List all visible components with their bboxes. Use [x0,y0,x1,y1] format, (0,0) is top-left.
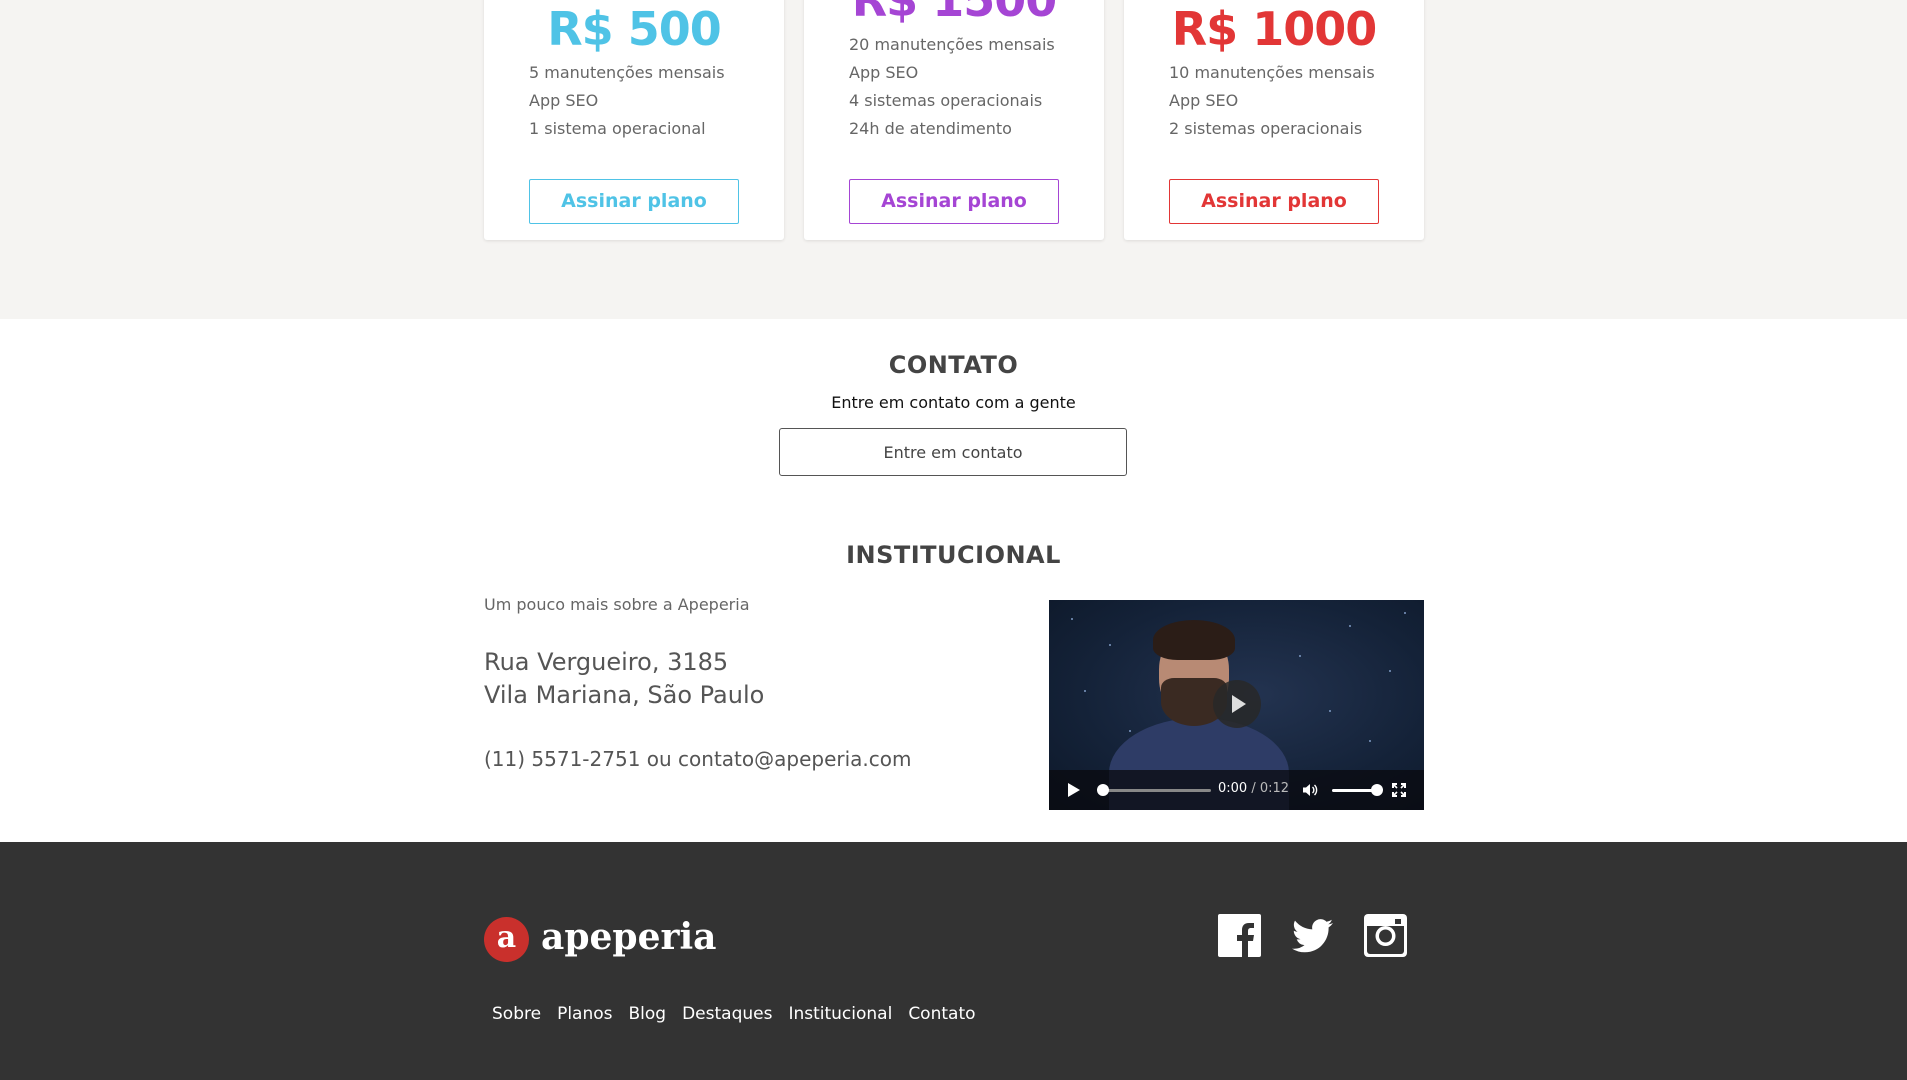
video-time: 0:00 / 0:12 [1218,781,1289,796]
big-play-icon[interactable] [1213,680,1261,728]
plan-price: R$ 500 [547,2,721,56]
plan-card-500: R$ 500 5 manutenções mensais App SEO 1 s… [484,0,784,240]
institutional-title: INSTITUCIONAL [846,541,1061,569]
play-icon[interactable] [1068,783,1080,797]
plan-features: 10 manutenções mensais App SEO 2 sistema… [1169,59,1375,143]
footer-nav: Sobre Planos Blog Destaques Instituciona… [484,1002,984,1026]
twitter-icon[interactable] [1291,914,1334,957]
subscribe-button-1000[interactable]: Assinar plano [1169,179,1379,224]
footer-link-planos[interactable]: Planos [549,1002,620,1026]
plan-feature: App SEO [1169,91,1239,110]
phone-email: (11) 5571-2751 ou contato@apeperia.com [484,747,912,771]
contact-title: CONTATO [888,351,1019,379]
plan-feature: 10 manutenções mensais [1169,63,1375,82]
plan-feature: App SEO [849,63,919,82]
footer: a apeperia Sobre Planos Blog Destaques I… [0,842,1907,1080]
plan-feature: 24h de atendimento [849,119,1012,138]
contact-button[interactable]: Entre em contato [779,428,1127,476]
volume-icon[interactable] [1302,783,1318,797]
subscribe-button-500[interactable]: Assinar plano [529,179,739,224]
plan-price: R$ 1000 [1171,2,1377,56]
footer-link-blog[interactable]: Blog [621,1002,675,1026]
plans-section: R$ 500 5 manutenções mensais App SEO 1 s… [0,0,1907,319]
presenter-hair [1153,620,1235,660]
footer-link-institucional[interactable]: Institucional [780,1002,900,1026]
volume-handle[interactable] [1371,784,1383,796]
plan-feature: 2 sistemas operacionais [1169,119,1363,138]
plan-feature: 5 manutenções mensais [529,63,725,82]
plan-card-1500: R$ 1500 20 manutenções mensais App SEO 4… [804,0,1104,240]
plan-card-1000: R$ 1000 10 manutenções mensais App SEO 2… [1124,0,1424,240]
plan-features: 5 manutenções mensais App SEO 1 sistema … [529,59,725,143]
address-line-1: Rua Vergueiro, 3185 [484,648,729,676]
fullscreen-icon[interactable] [1392,783,1406,797]
footer-link-sobre[interactable]: Sobre [484,1002,549,1026]
video-player[interactable]: 0:00 / 0:12 [1049,600,1424,810]
logo-mark[interactable]: a [484,917,529,962]
address: Rua Vergueiro, 3185 Vila Mariana, São Pa… [484,646,764,712]
duration: / 0:12 [1251,781,1290,796]
plan-feature: 1 sistema operacional [529,119,706,138]
seek-bar[interactable] [1101,789,1211,792]
contact-subtitle: Entre em contato com a gente [831,393,1076,412]
video-controls: 0:00 / 0:12 [1049,770,1424,810]
plan-price: R$ 1500 [851,0,1057,27]
footer-link-contato[interactable]: Contato [900,1002,983,1026]
logo-text[interactable]: apeperia [541,916,716,958]
current-time: 0:00 [1218,781,1248,796]
plan-feature: App SEO [529,91,599,110]
plan-feature: 20 manutenções mensais [849,35,1055,54]
seek-handle[interactable] [1097,784,1109,796]
footer-link-destaques[interactable]: Destaques [674,1002,780,1026]
facebook-icon[interactable] [1218,914,1261,957]
plan-feature: 4 sistemas operacionais [849,91,1043,110]
plan-features: 20 manutenções mensais App SEO 4 sistema… [849,31,1055,143]
contact-section: CONTATO Entre em contato com a gente Ent… [0,319,1907,842]
institutional-lead: Um pouco mais sobre a Apeperia [484,595,750,614]
subscribe-button-1500[interactable]: Assinar plano [849,179,1059,224]
address-line-2: Vila Mariana, São Paulo [484,681,765,709]
instagram-icon[interactable] [1364,914,1407,957]
